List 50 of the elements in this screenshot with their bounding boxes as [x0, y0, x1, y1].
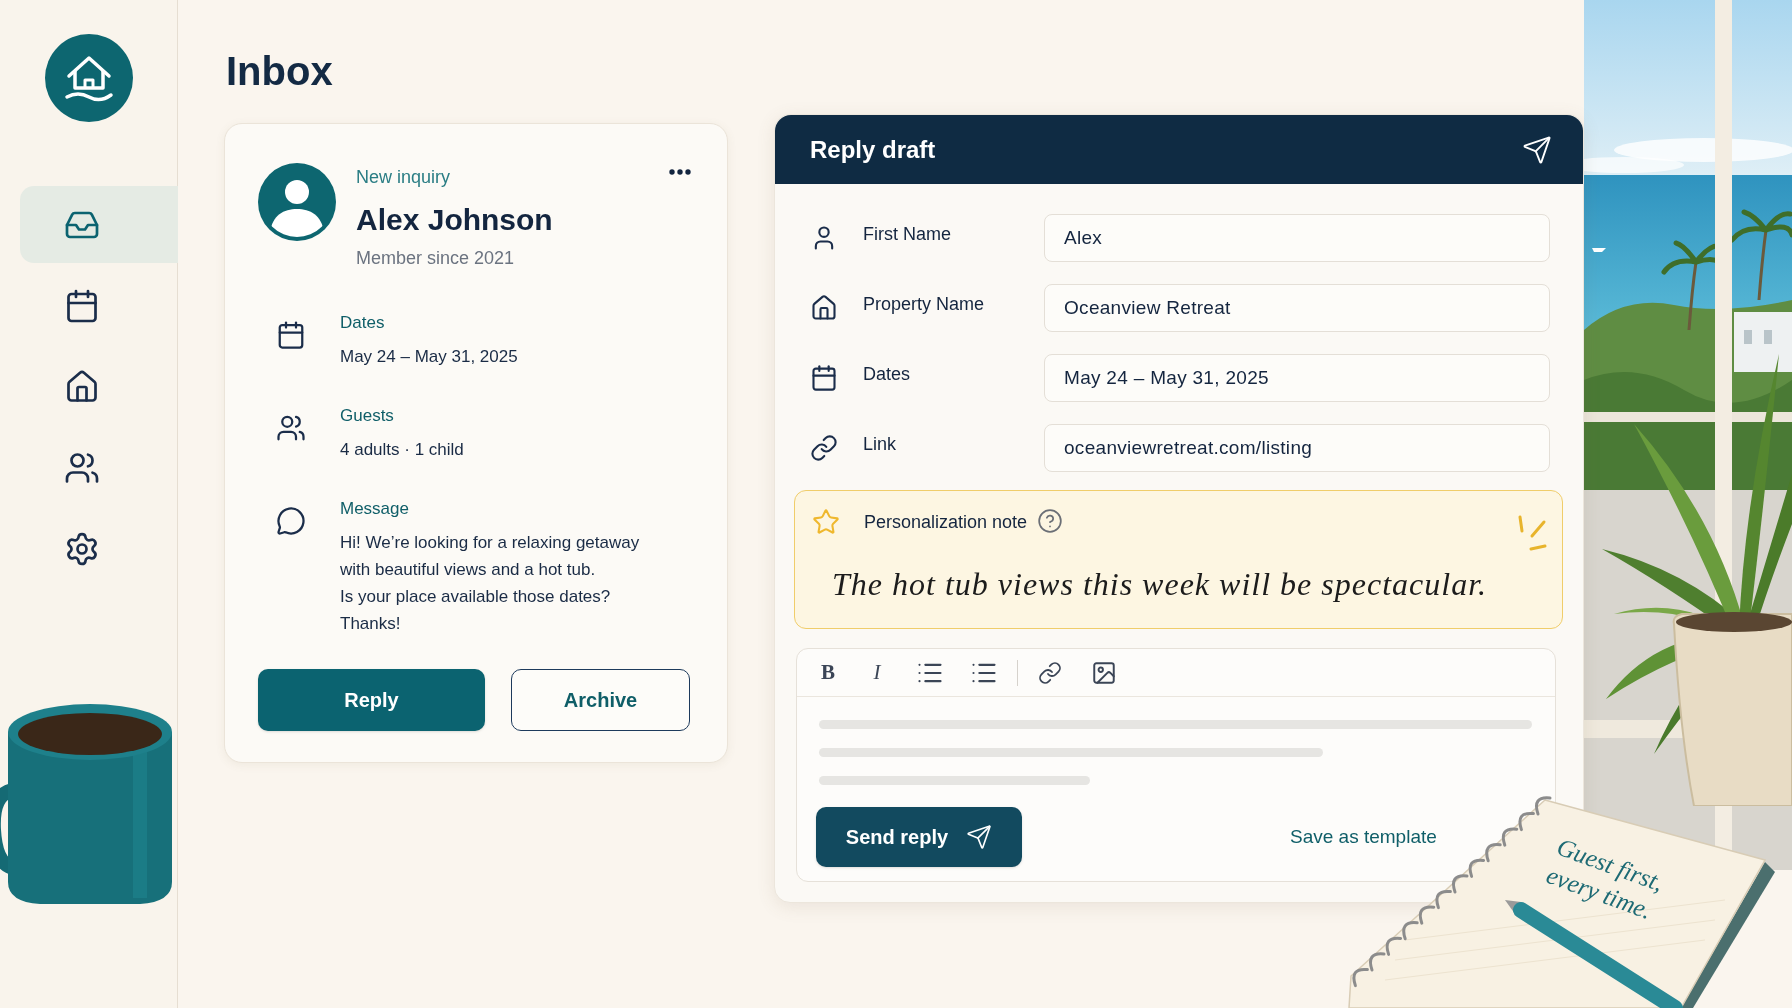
send-icon[interactable]	[1522, 134, 1552, 165]
bold-button[interactable]: B	[814, 658, 842, 687]
italic-button[interactable]: I	[863, 658, 891, 687]
image-icon[interactable]	[1091, 659, 1117, 686]
settings-icon	[64, 530, 100, 567]
notebook-note: Guest first, every time.	[1542, 832, 1668, 926]
text-field[interactable]: Alex	[1044, 214, 1550, 262]
guest-name: Alex Johnson	[356, 202, 553, 238]
house-icon	[64, 368, 100, 405]
text-field[interactable]: oceanviewretreat.com/listing	[1044, 424, 1550, 472]
avatar-icon	[258, 163, 336, 241]
detail-value: May 24 – May 31, 2025	[340, 346, 518, 368]
field-label: Dates	[863, 363, 911, 386]
more-icon	[669, 169, 691, 175]
calendar-icon	[276, 320, 306, 350]
calendar-icon	[64, 287, 100, 324]
calendar-icon	[810, 364, 838, 392]
sidebar-nav-button[interactable]	[64, 368, 100, 405]
save-template-link[interactable]: Save as template	[1290, 822, 1437, 852]
handwritten-note: The hot tub views this week will be spectacular.	[832, 565, 1488, 604]
primary-action-button[interactable]: Reply	[258, 669, 485, 731]
help-icon[interactable]	[1037, 508, 1064, 534]
detail-value: Hi! We’re looking for a relaxing getaway with beautiful views and a hot tub. Is your place available those dates? Thanks!	[340, 532, 640, 635]
detail-label: Dates	[340, 312, 385, 334]
link-icon[interactable]	[1038, 660, 1062, 685]
inquiry-tag: New inquiry	[356, 166, 451, 188]
logo-icon	[45, 34, 133, 122]
people-icon	[276, 413, 306, 443]
text-field[interactable]: May 24 – May 31, 2025	[1044, 354, 1550, 402]
speech-bubble-icon	[276, 506, 306, 536]
house-icon	[810, 294, 838, 322]
sidebar-nav-button[interactable]	[64, 287, 100, 324]
send-reply-button[interactable]: Send reply	[816, 807, 1022, 867]
note-label: Personalization note	[864, 511, 1028, 534]
field-label: First Name	[863, 223, 951, 246]
outline-action-button[interactable]: Archive	[511, 669, 690, 731]
page-title: Inbox	[226, 48, 333, 95]
send-icon	[966, 824, 993, 850]
detail-label: Guests	[340, 405, 394, 427]
field-label: Property Name	[863, 293, 985, 316]
member-since: Member since 2021	[356, 247, 515, 269]
star-icon	[812, 508, 840, 536]
field-label: Link	[863, 433, 897, 456]
panel-title: Reply draft	[810, 134, 936, 165]
sidebar-nav-button[interactable]	[64, 530, 100, 567]
detail-value: 4 adults · 1 child	[340, 439, 464, 461]
more-options-button[interactable]	[669, 169, 691, 175]
text-field[interactable]: Oceanview Retreat	[1044, 284, 1550, 332]
link-icon	[810, 434, 838, 462]
detail-label: Message	[340, 498, 409, 520]
